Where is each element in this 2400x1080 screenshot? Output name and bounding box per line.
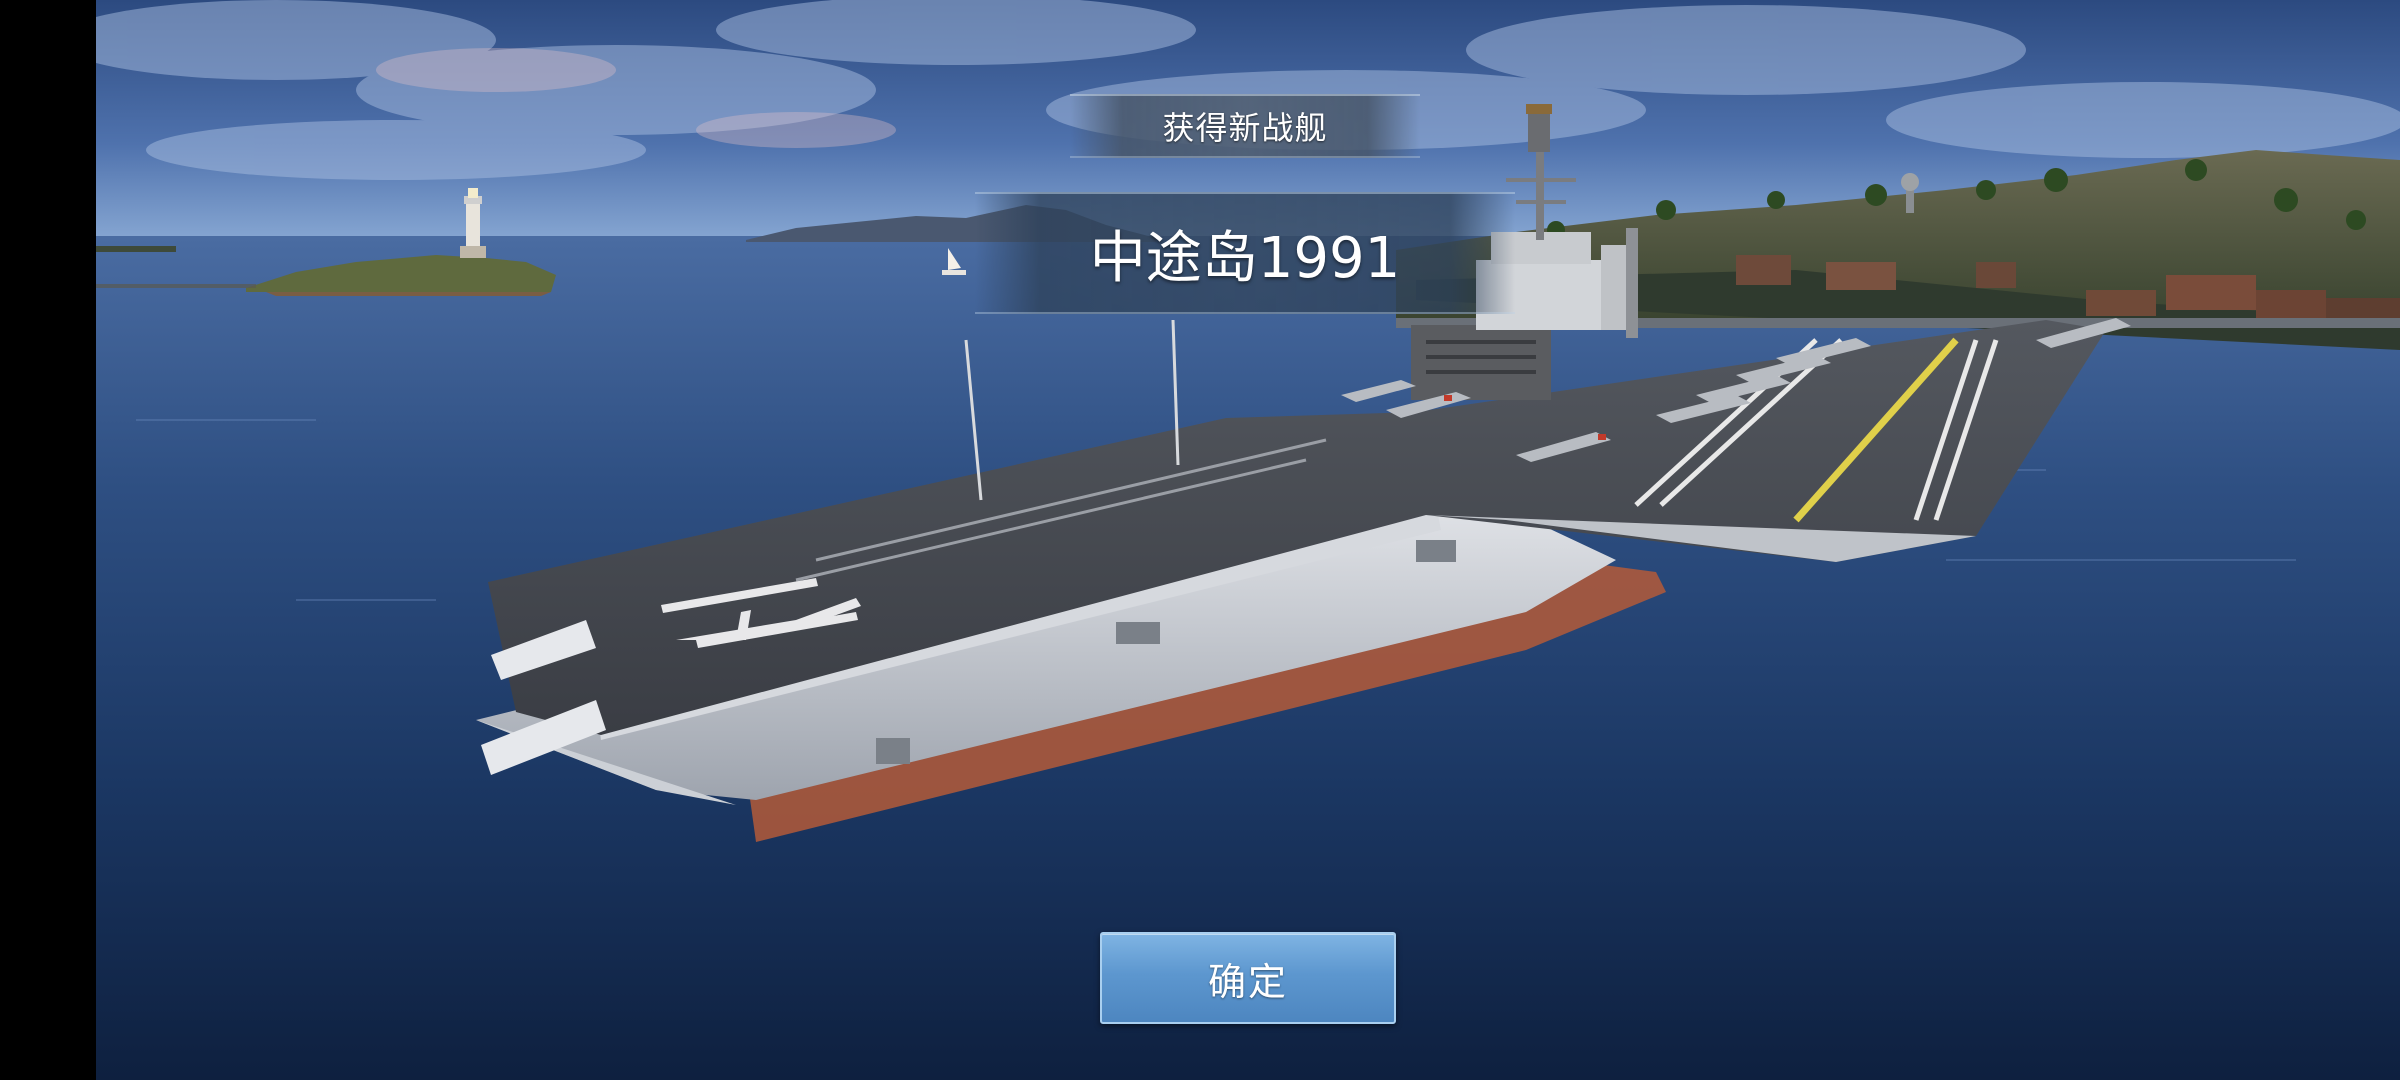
reward-title: 获得新战舰 (1162, 109, 1328, 147)
ship-name: 中途岛1991 (1089, 225, 1401, 291)
confirm-button-label: 确定 (1207, 959, 1288, 1004)
reward-title-banner: 获得新战舰 (1070, 94, 1420, 158)
scene-illustration (96, 0, 2400, 1080)
confirm-button[interactable]: 确定 (1100, 932, 1396, 1024)
left-letterbox (0, 0, 96, 1080)
harbor-scene (96, 0, 2400, 1080)
game-screen: 获得新战舰 中途岛1991 确定 (0, 0, 2400, 1080)
ship-name-panel: 中途岛1991 (975, 192, 1515, 314)
